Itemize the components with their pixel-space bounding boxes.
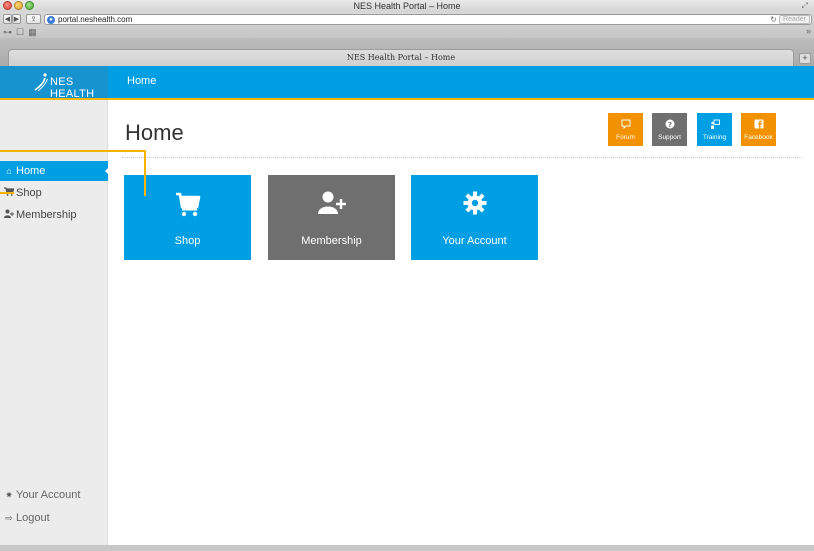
sidebar-item-label: Home <box>16 165 46 177</box>
sidebar-item-label: Your Account <box>16 489 81 501</box>
sidebar-item-home[interactable]: ⌂ Home <box>0 161 109 181</box>
forum-label: Forum <box>616 134 635 141</box>
facebook-icon <box>741 119 776 131</box>
membership-tile-label: Membership <box>301 235 362 247</box>
window-titlebar: NES Health Portal – Home ⤢ <box>0 0 814 12</box>
reading-list-icon[interactable]: ⊶ <box>3 27 16 37</box>
sidebar-item-logout[interactable]: ⇨ Logout <box>0 508 108 528</box>
forum-button[interactable]: Forum <box>608 113 643 146</box>
close-window-button[interactable] <box>3 1 12 10</box>
sidebar: ⌂ Home Shop Membership ✷ Your Account ⇨ Log… <box>0 100 109 546</box>
gear-icon <box>411 191 538 219</box>
window-title: NES Health Portal – Home <box>353 1 461 11</box>
fullscreen-icon[interactable]: ⤢ <box>802 0 808 12</box>
logo-swoosh-icon <box>34 73 48 92</box>
sidebar-item-label: Membership <box>16 209 77 221</box>
your-account-tile-label: Your Account <box>442 235 507 247</box>
support-button[interactable]: ? Support <box>652 113 687 146</box>
sidebar-item-label: Shop <box>16 187 42 199</box>
new-tab-button[interactable]: + <box>799 53 811 64</box>
top-sites-icon[interactable]: ▦ <box>28 27 41 37</box>
callout-line-home-drop <box>144 150 146 196</box>
question-icon: ? <box>652 119 687 131</box>
facebook-label: Facebook <box>744 134 773 141</box>
logo-text: NES HEALTH <box>50 76 95 100</box>
globe-icon: ● <box>47 16 55 24</box>
home-icon: ⌂ <box>6 166 12 176</box>
forward-button[interactable]: ▶ <box>12 14 21 24</box>
sidebar-item-your-account[interactable]: ✷ Your Account <box>0 485 108 505</box>
bookmarks-overflow-icon[interactable]: » <box>806 26 811 36</box>
bottom-status-bar <box>0 545 814 551</box>
zoom-window-button[interactable] <box>25 1 34 10</box>
page-title: Home <box>125 120 184 145</box>
logo[interactable]: NES HEALTH <box>0 66 108 100</box>
bookmark-bar-icons: ⊶☐▦ <box>3 27 41 38</box>
svg-text:?: ? <box>667 121 671 129</box>
address-bar[interactable]: ● portal.neshealth.com ↻ Reader <box>44 14 812 25</box>
your-account-tile[interactable]: Your Account <box>411 175 538 260</box>
url-text[interactable]: portal.neshealth.com <box>58 15 132 24</box>
training-button[interactable]: Training <box>697 113 732 146</box>
add-user-icon <box>4 205 14 225</box>
app-header: NES HEALTH Home <box>0 66 814 100</box>
title-divider <box>122 157 802 158</box>
active-indicator <box>105 167 109 175</box>
reload-icon[interactable]: ↻ <box>770 15 777 24</box>
share-button[interactable]: ⇪ <box>26 14 41 24</box>
add-user-icon <box>268 191 395 219</box>
sidebar-item-label: Logout <box>16 512 50 524</box>
support-label: Support <box>658 134 681 141</box>
back-button[interactable]: ◀ <box>3 14 12 24</box>
presentation-icon <box>697 119 732 131</box>
callout-line-home <box>0 150 146 152</box>
header-title: Home <box>127 75 157 87</box>
facebook-button[interactable]: Facebook <box>741 113 776 146</box>
membership-tile[interactable]: Membership <box>268 175 395 260</box>
shop-tile-label: Shop <box>174 235 201 247</box>
callout-line-shop <box>0 192 14 194</box>
training-label: Training <box>702 134 727 141</box>
browser-toolbar: ◀ ▶ ⇪ ● portal.neshealth.com ↻ Reader ⊶☐… <box>0 12 814 38</box>
tab-current[interactable]: NES Health Portal – Home <box>8 49 794 66</box>
chat-bubble-icon <box>608 119 643 131</box>
reader-button[interactable]: Reader <box>779 15 810 24</box>
minimize-window-button[interactable] <box>14 1 23 10</box>
bookmarks-icon[interactable]: ☐ <box>16 27 28 37</box>
sidebar-item-membership[interactable]: Membership <box>0 205 108 225</box>
logout-icon: ⇨ <box>5 513 13 523</box>
tab-bar: NES Health Portal – Home + <box>0 38 814 66</box>
gear-icon: ✷ <box>5 490 13 500</box>
sidebar-item-shop[interactable]: Shop <box>0 183 108 203</box>
